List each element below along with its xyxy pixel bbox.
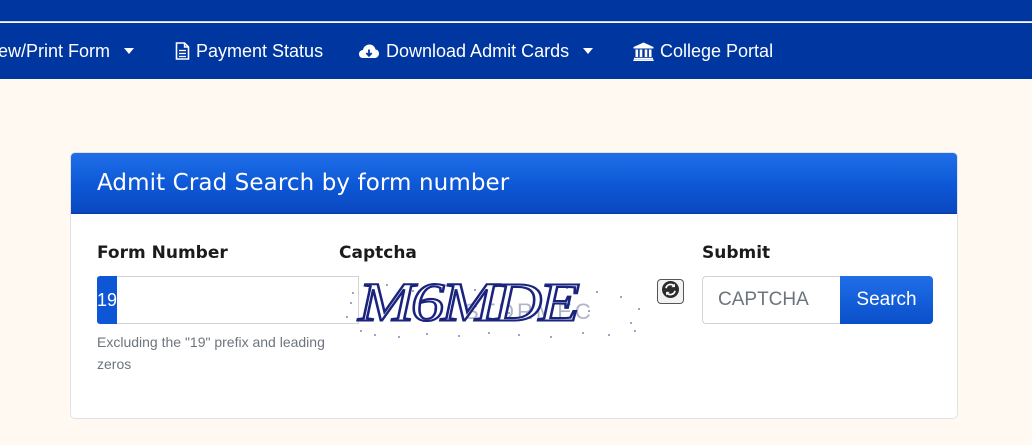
form-number-help: Excluding the "19" prefix and leading ze… xyxy=(97,334,325,372)
document-icon xyxy=(175,42,190,60)
form-number-input[interactable] xyxy=(117,276,360,324)
card-header: Admit Crad Search by form number xyxy=(71,153,957,214)
nav-view-print-form[interactable]: ew/Print Form xyxy=(0,23,135,79)
captcha-input[interactable] xyxy=(702,276,840,324)
caret-down-icon xyxy=(583,48,594,54)
form-number-prefix: 19 xyxy=(97,276,118,324)
card-title: Admit Crad Search by form number xyxy=(97,170,510,196)
captcha-label: Captcha xyxy=(339,243,417,263)
submit-label: Submit xyxy=(702,243,771,263)
nav-view-print-form-label: ew/Print Form xyxy=(0,40,111,61)
nav-payment-status[interactable]: Payment Status xyxy=(175,23,323,79)
search-button[interactable]: Search xyxy=(840,276,933,324)
university-icon xyxy=(633,42,654,61)
refresh-captcha-button[interactable] xyxy=(657,279,684,304)
captcha-text: M6MDE xyxy=(357,273,579,333)
nav-college-portal-label: College Portal xyxy=(660,40,774,61)
form-number-label: Form Number xyxy=(97,243,228,263)
main-navbar: ew/Print Form Payment Status Download Ad… xyxy=(0,23,1032,79)
caret-down-icon xyxy=(124,48,135,54)
nav-payment-status-label: Payment Status xyxy=(196,40,324,61)
refresh-icon xyxy=(661,280,680,304)
nav-download-admit-cards[interactable]: Download Admit Cards xyxy=(358,23,594,79)
form-number-group: 19 xyxy=(97,276,360,324)
nav-college-portal[interactable]: College Portal xyxy=(633,23,773,79)
admit-card-search-card: Admit Crad Search by form number Form Nu… xyxy=(70,152,958,419)
nav-download-admit-cards-label: Download Admit Cards xyxy=(386,40,570,61)
captcha-image: STDRMEC M6MDE xyxy=(339,272,651,345)
cloud-download-icon xyxy=(358,43,380,60)
top-strip xyxy=(0,0,1032,22)
captcha-submit-group: Search xyxy=(702,276,933,324)
